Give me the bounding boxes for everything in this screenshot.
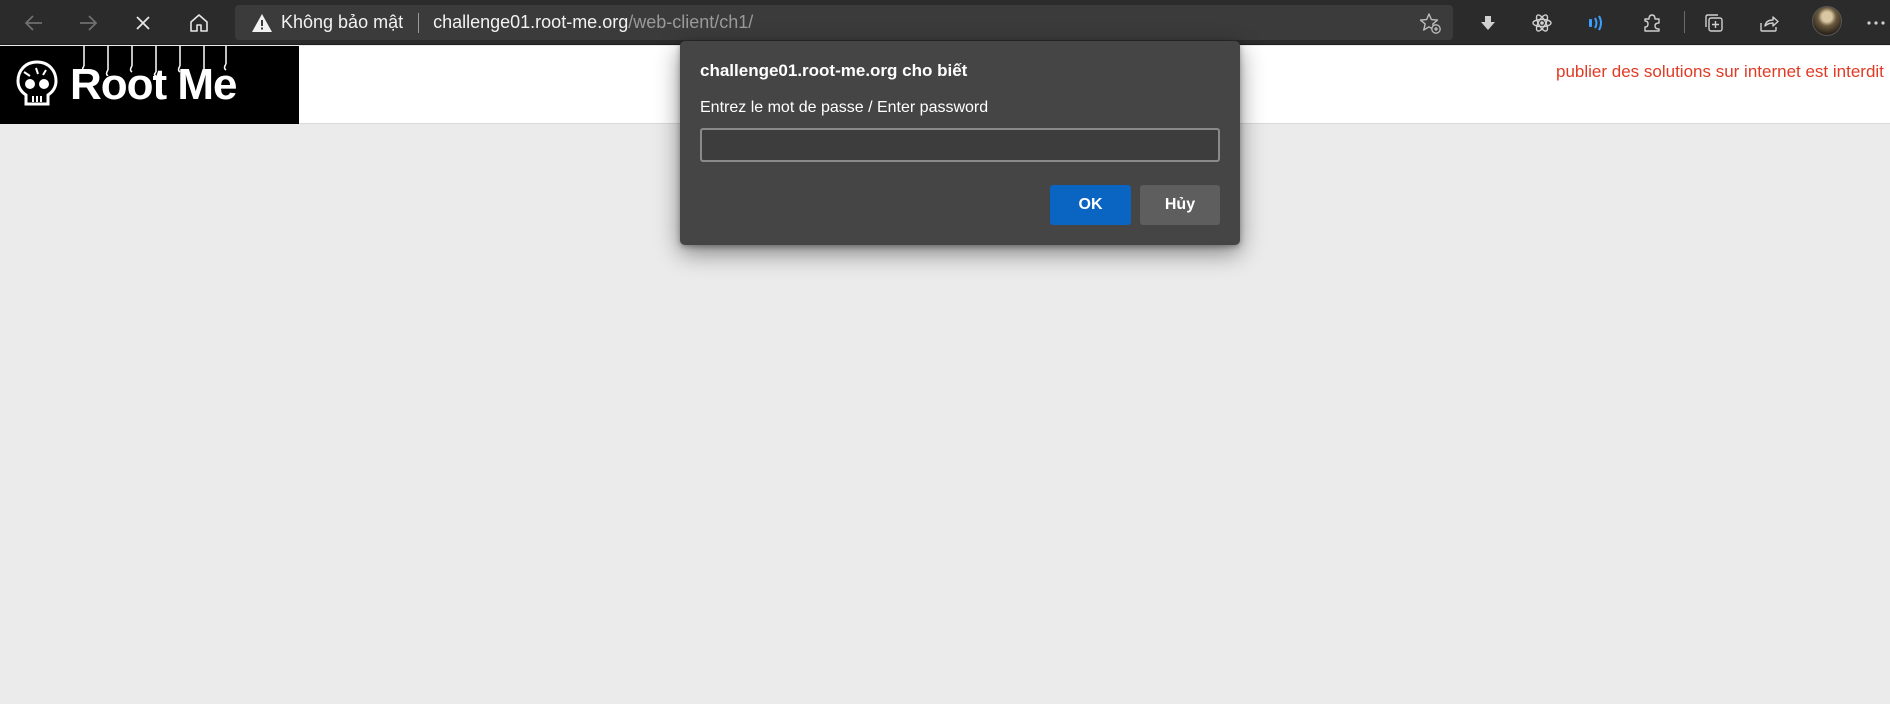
more-icon	[1867, 21, 1885, 25]
skull-icon	[16, 60, 58, 106]
read-aloud-icon	[1589, 15, 1602, 31]
back-arrow-icon	[24, 15, 42, 31]
logo-text: Root Me	[70, 60, 238, 109]
home-button[interactable]	[181, 5, 217, 41]
back-button[interactable]	[16, 5, 52, 41]
puzzle-icon	[1644, 14, 1660, 32]
url-path[interactable]: /web-client/ch1/	[628, 12, 753, 33]
root-me-logo[interactable]: Root Me	[0, 46, 299, 124]
warning-icon[interactable]	[251, 13, 273, 33]
profile-avatar[interactable]	[1812, 6, 1842, 36]
dialog-message: Entrez le mot de passe / Enter password	[700, 99, 989, 116]
share-button[interactable]	[1751, 5, 1787, 41]
url-host[interactable]: challenge01.root-me.org	[433, 12, 628, 33]
security-label[interactable]: Không bảo mật	[281, 12, 403, 33]
favorite-star-icon[interactable]	[1419, 12, 1441, 34]
extensions-button[interactable]	[1634, 5, 1670, 41]
download-button[interactable]	[1470, 5, 1506, 41]
react-devtools-button[interactable]	[1524, 5, 1560, 41]
atom-icon	[1532, 14, 1552, 32]
stop-loading-button[interactable]	[125, 5, 161, 41]
password-prompt-dialog: challenge01.root-me.org cho biết Entrez …	[680, 41, 1240, 245]
toolbar-divider	[1684, 11, 1685, 33]
ok-button[interactable]: OK	[1050, 185, 1131, 225]
more-button[interactable]	[1858, 5, 1890, 41]
dialog-title: challenge01.root-me.org cho biết	[700, 61, 968, 80]
browser-toolbar: Không bảo mật challenge01.root-me.org/we…	[0, 0, 1890, 45]
download-icon	[1481, 16, 1495, 30]
warning-banner: publier des solutions sur internet est i…	[1556, 62, 1884, 81]
read-aloud-button[interactable]	[1579, 5, 1615, 41]
close-icon	[136, 16, 150, 30]
forward-arrow-icon	[80, 15, 98, 31]
collections-button[interactable]	[1696, 5, 1732, 41]
share-icon	[1760, 16, 1779, 32]
collections-icon	[1705, 14, 1723, 32]
password-input[interactable]	[700, 128, 1220, 162]
forward-button[interactable]	[70, 5, 106, 41]
home-icon	[190, 14, 208, 32]
address-bar[interactable]: Không bảo mật challenge01.root-me.org/we…	[235, 5, 1453, 40]
cancel-button[interactable]: Hủy	[1140, 185, 1220, 225]
address-separator	[418, 12, 420, 33]
